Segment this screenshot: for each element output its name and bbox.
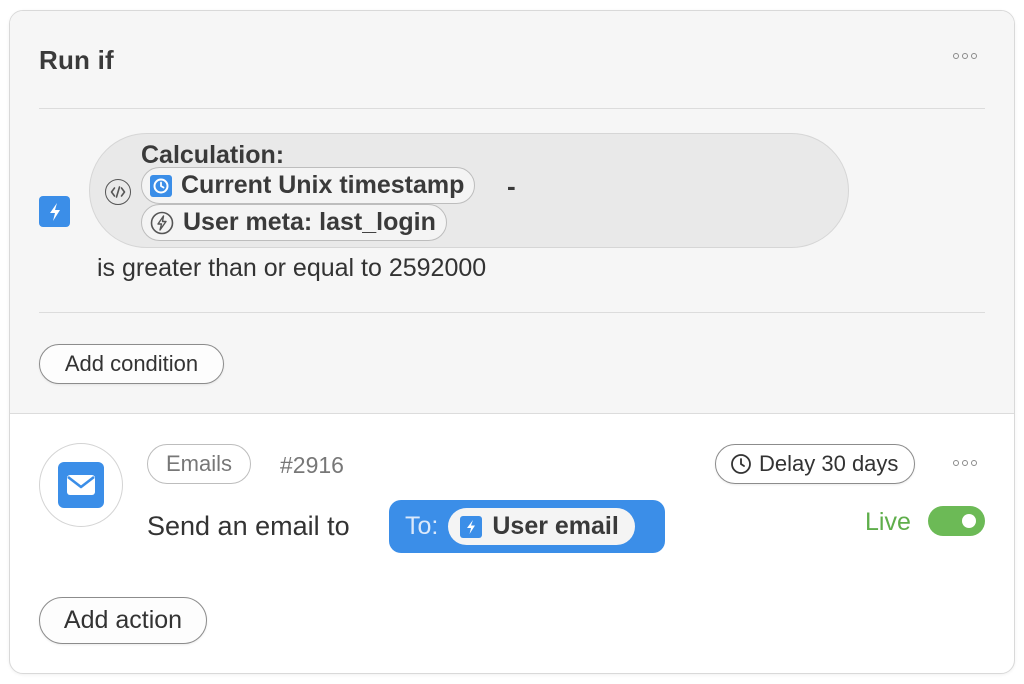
token-label: User email [492,512,619,540]
divider [39,108,985,109]
clock-icon [730,453,752,475]
divider [39,312,985,313]
to-label: To: [405,512,439,540]
add-action-button[interactable]: Add action [39,597,207,644]
lightning-bolt-icon [460,515,483,538]
section-title: Run if [39,45,114,75]
delay-button[interactable]: Delay 30 days [715,444,916,484]
token-label: User meta: last_login [183,208,436,236]
run-if-section: Run if Calculation: Current Unix timesta… [10,11,1014,414]
comparison-text: is greater than or equal to 2592000 [97,254,487,282]
automation-card: Run if Calculation: Current Unix timesta… [9,10,1015,674]
calculation-label: Calculation: [141,141,285,169]
operator: - [507,171,516,201]
action-more-options-icon[interactable] [953,460,977,466]
recipient-field[interactable]: To: User email [389,500,665,553]
user-email-token[interactable]: User email [448,508,635,545]
token-label: Current Unix timestamp [181,171,465,199]
code-icon [105,179,131,205]
envelope-icon [58,462,104,508]
action-id: #2916 [280,452,344,478]
delay-label: Delay 30 days [759,451,899,476]
category-badge: Emails [147,444,252,484]
condition-more-options-icon[interactable] [953,53,977,59]
bolt-circle-icon [150,211,174,235]
add-condition-button[interactable]: Add condition [39,344,224,384]
toggle-knob [962,514,976,528]
clock-icon [150,174,172,197]
calculation-pill[interactable]: Calculation: Current Unix timestamp - Us… [89,133,849,248]
status-label: Live [865,508,911,536]
lightning-bolt-icon [39,196,70,227]
email-action-avatar [39,443,123,527]
current-unix-timestamp-token[interactable]: Current Unix timestamp [141,167,476,204]
user-meta-token[interactable]: User meta: last_login [141,204,447,241]
live-toggle[interactable] [928,506,985,536]
action-sentence: Send an email to [147,511,350,541]
